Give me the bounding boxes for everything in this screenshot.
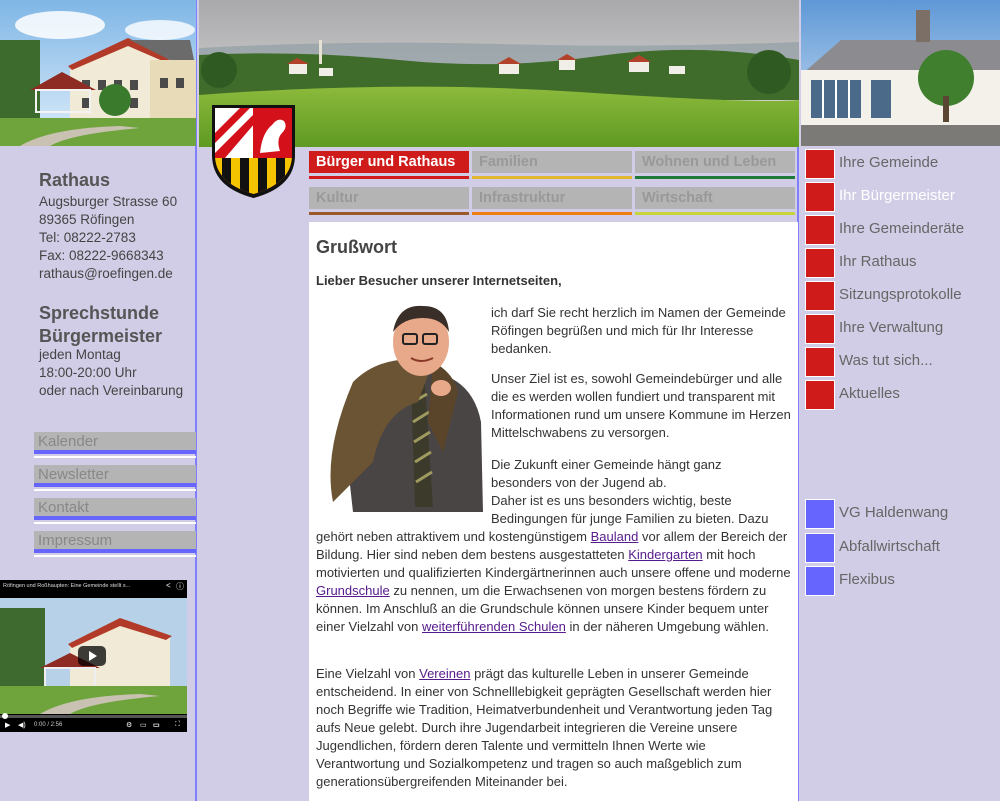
sprechstunde-hours: 18:00-20:00 Uhr [39, 365, 137, 380]
paragraph-3f: in der näheren Umgebung wählen. [569, 619, 769, 634]
sprechstunde-title-line1: Sprechstunde [39, 303, 160, 323]
nav-square-icon [805, 314, 835, 344]
video-player[interactable]: Röfingen und Roßhaupten: Eine Gemeinde s… [0, 580, 187, 732]
right-nav-label: Ihre Verwaltung [839, 319, 944, 336]
paragraph-4a: Eine Vielzahl von [316, 666, 416, 681]
paragraph-3: Daher ist es uns besonders wichtig, best… [316, 492, 792, 636]
nav-underline [309, 212, 469, 215]
link-kindergarten[interactable]: Kindergarten [628, 547, 702, 562]
nav-square-icon [805, 248, 835, 278]
nav-tab-kultur[interactable]: Kultur [309, 187, 469, 209]
right-link-label: VG Haldenwang [839, 504, 949, 521]
paragraph-1: ich darf Sie recht herzlich im Namen der… [491, 305, 786, 356]
volume-icon[interactable]: ◀) [18, 721, 26, 729]
fullscreen-icon[interactable]: ⛶ [175, 721, 180, 729]
link-grundschule[interactable]: Grundschule [316, 583, 390, 598]
sprechstunde-title: Sprechstunde Bürgermeister [39, 302, 162, 348]
right-nav-ihre-verwaltung[interactable]: Ihre Verwaltung [805, 314, 1000, 344]
nav-underline [309, 176, 469, 179]
right-nav-ihre-gemeinderaete[interactable]: Ihre Gemeinderäte [805, 215, 1000, 245]
video-title: Röfingen und Roßhaupten: Eine Gemeinde s… [3, 583, 131, 589]
right-link-vg-haldenwang[interactable]: VG Haldenwang [805, 499, 1000, 529]
left-link-kontakt[interactable]: Kontakt [34, 498, 196, 524]
rathaus-title: Rathaus [39, 170, 111, 190]
right-nav-label: Sitzungsprotokolle [839, 286, 962, 303]
right-nav-label: Ihre Gemeinderäte [839, 220, 965, 237]
paragraph-4: Eine Vielzahl von Vereinen prägt das kul… [316, 665, 792, 791]
right-nav-label: Was tut sich... [839, 352, 933, 369]
right-nav-label: Aktuelles [839, 385, 900, 402]
right-link-label: Abfallwirtschaft [839, 538, 940, 555]
right-nav-ihre-gemeinde[interactable]: Ihre Gemeinde [805, 149, 1000, 179]
video-time: 0:00 / 2:56 [34, 722, 63, 728]
nav-tab-wirtschaft[interactable]: Wirtschaft [635, 187, 795, 209]
address-street: Augsburger Strasse 60 [39, 194, 178, 209]
coat-of-arms-logo[interactable] [210, 103, 297, 200]
community-building-photo [801, 0, 1000, 146]
address-fax: Fax: 08222-9668343 [39, 248, 164, 263]
nav-underline [635, 212, 795, 215]
address-city: 89365 Röfingen [39, 212, 135, 227]
paragraph-2: Unser Ziel ist es, sowohl Gemeindebürger… [491, 371, 791, 440]
settings-icon[interactable]: ⚙ [126, 721, 132, 729]
link-vereine[interactable]: Vereinen [419, 666, 470, 681]
nav-square-icon [805, 149, 835, 179]
sprechstunde-appointment: oder nach Vereinbarung [39, 383, 184, 398]
video-progress-bar[interactable] [0, 715, 187, 718]
nav-tab-infrastruktur[interactable]: Infrastruktur [472, 187, 632, 209]
link-bauland[interactable]: Bauland [591, 529, 639, 544]
paragraph-3a: Die Zukunft einer Gemeinde hängt ganz be… [491, 457, 722, 490]
nav-underline [472, 176, 632, 179]
nav-square-icon [805, 215, 835, 245]
nav-underline [635, 176, 795, 179]
play-icon [89, 651, 97, 661]
share-icon[interactable]: < [166, 581, 171, 590]
link-square-icon [805, 499, 835, 529]
right-nav-aktuelles[interactable]: Aktuelles [805, 380, 1000, 410]
right-nav-ihr-buergermeister[interactable]: Ihr Bürgermeister [805, 182, 1000, 212]
link-square-icon [805, 566, 835, 596]
right-link-label: Flexibus [839, 571, 895, 588]
right-link-flexibus[interactable]: Flexibus [805, 566, 1000, 596]
video-scrubber[interactable] [2, 713, 8, 719]
nav-tab-buerger-rathaus[interactable]: Bürger und Rathaus [309, 151, 469, 173]
left-link-kalender[interactable]: Kalender [34, 432, 196, 458]
right-nav-ihr-rathaus[interactable]: Ihr Rathaus [805, 248, 1000, 278]
right-nav-was-tut-sich[interactable]: Was tut sich... [805, 347, 1000, 377]
link-square-icon [805, 533, 835, 563]
greeting: Lieber Besucher unserer Internetseiten, [316, 273, 562, 288]
right-link-abfallwirtschaft[interactable]: Abfallwirtschaft [805, 533, 1000, 563]
nav-square-icon [805, 347, 835, 377]
address-phone: Tel: 08222-2783 [39, 230, 136, 245]
page-title: Grußwort [316, 237, 397, 257]
right-nav-label: Ihr Rathaus [839, 253, 917, 270]
nav-square-icon [805, 380, 835, 410]
sprechstunde-title-line2: Bürgermeister [39, 326, 163, 346]
nav-underline [472, 212, 632, 215]
nav-tab-familien[interactable]: Familien [472, 151, 632, 173]
captions-icon[interactable]: ▭ [140, 721, 147, 729]
address-block: Augsburger Strasse 60 89365 Röfingen Tel… [39, 193, 177, 283]
info-icon[interactable]: ⓘ [176, 581, 184, 592]
video-play-small-icon[interactable]: ▶ [5, 721, 10, 729]
right-nav-label: Ihr Bürgermeister [839, 187, 955, 204]
link-weiterfuehrende-schulen[interactable]: weiterführenden Schulen [422, 619, 566, 634]
sprechstunde-times: jeden Montag 18:00-20:00 Uhr oder nach V… [39, 346, 183, 400]
left-link-newsletter[interactable]: Newsletter [34, 465, 196, 491]
sprechstunde-day: jeden Montag [39, 347, 121, 362]
paragraph-4b: prägt das kulturelle Leben in unserer Ge… [316, 666, 773, 789]
nav-tab-wohnen-leben[interactable]: Wohnen und Leben [635, 151, 795, 173]
main-content: Grußwort Lieber Besucher unserer Interne… [309, 222, 798, 801]
nav-square-icon [805, 182, 835, 212]
right-nav-sitzungsprotokolle[interactable]: Sitzungsprotokolle [805, 281, 1000, 311]
address-email[interactable]: rathaus@roefingen.de [39, 265, 177, 283]
nav-square-icon [805, 281, 835, 311]
play-button[interactable] [78, 646, 106, 666]
town-hall-photo [0, 0, 196, 146]
left-link-impressum[interactable]: Impressum [34, 531, 196, 557]
right-nav-label: Ihre Gemeinde [839, 154, 939, 171]
mayor-portrait [330, 305, 483, 512]
youtube-logo-icon[interactable]: ▭ [153, 721, 160, 729]
